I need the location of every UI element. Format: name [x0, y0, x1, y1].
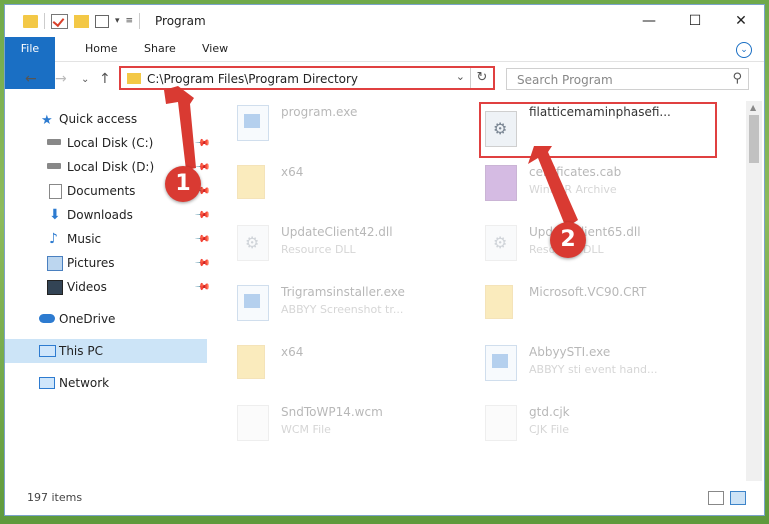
callout-badge-1: 1 — [165, 166, 201, 202]
annotation-arrows — [164, 86, 578, 228]
arrow-2 — [528, 146, 578, 228]
callout-badge-2: 2 — [550, 222, 586, 258]
arrow-1 — [164, 86, 196, 170]
